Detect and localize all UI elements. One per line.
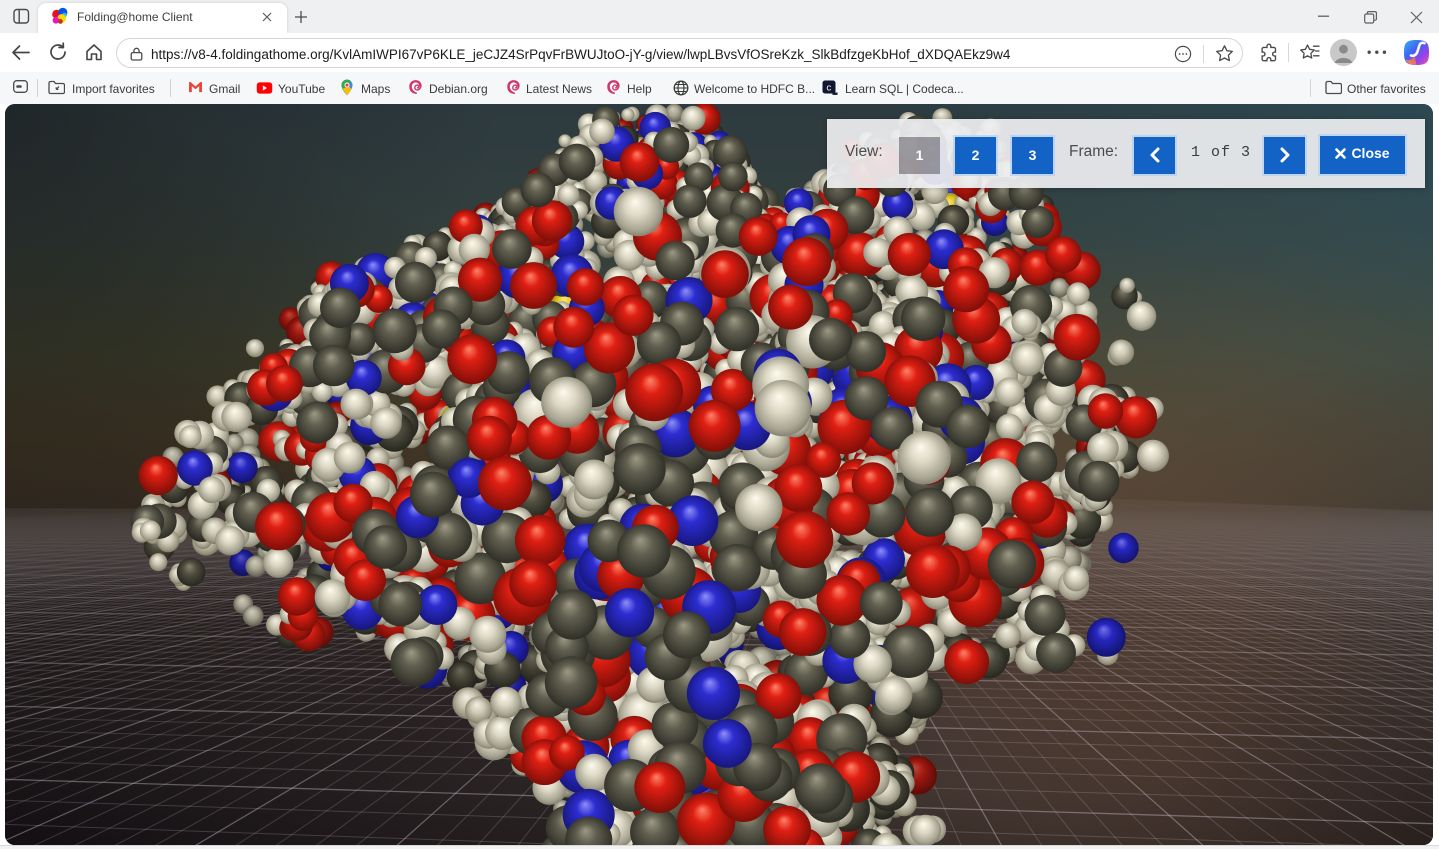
svg-text:c: c bbox=[826, 84, 831, 94]
